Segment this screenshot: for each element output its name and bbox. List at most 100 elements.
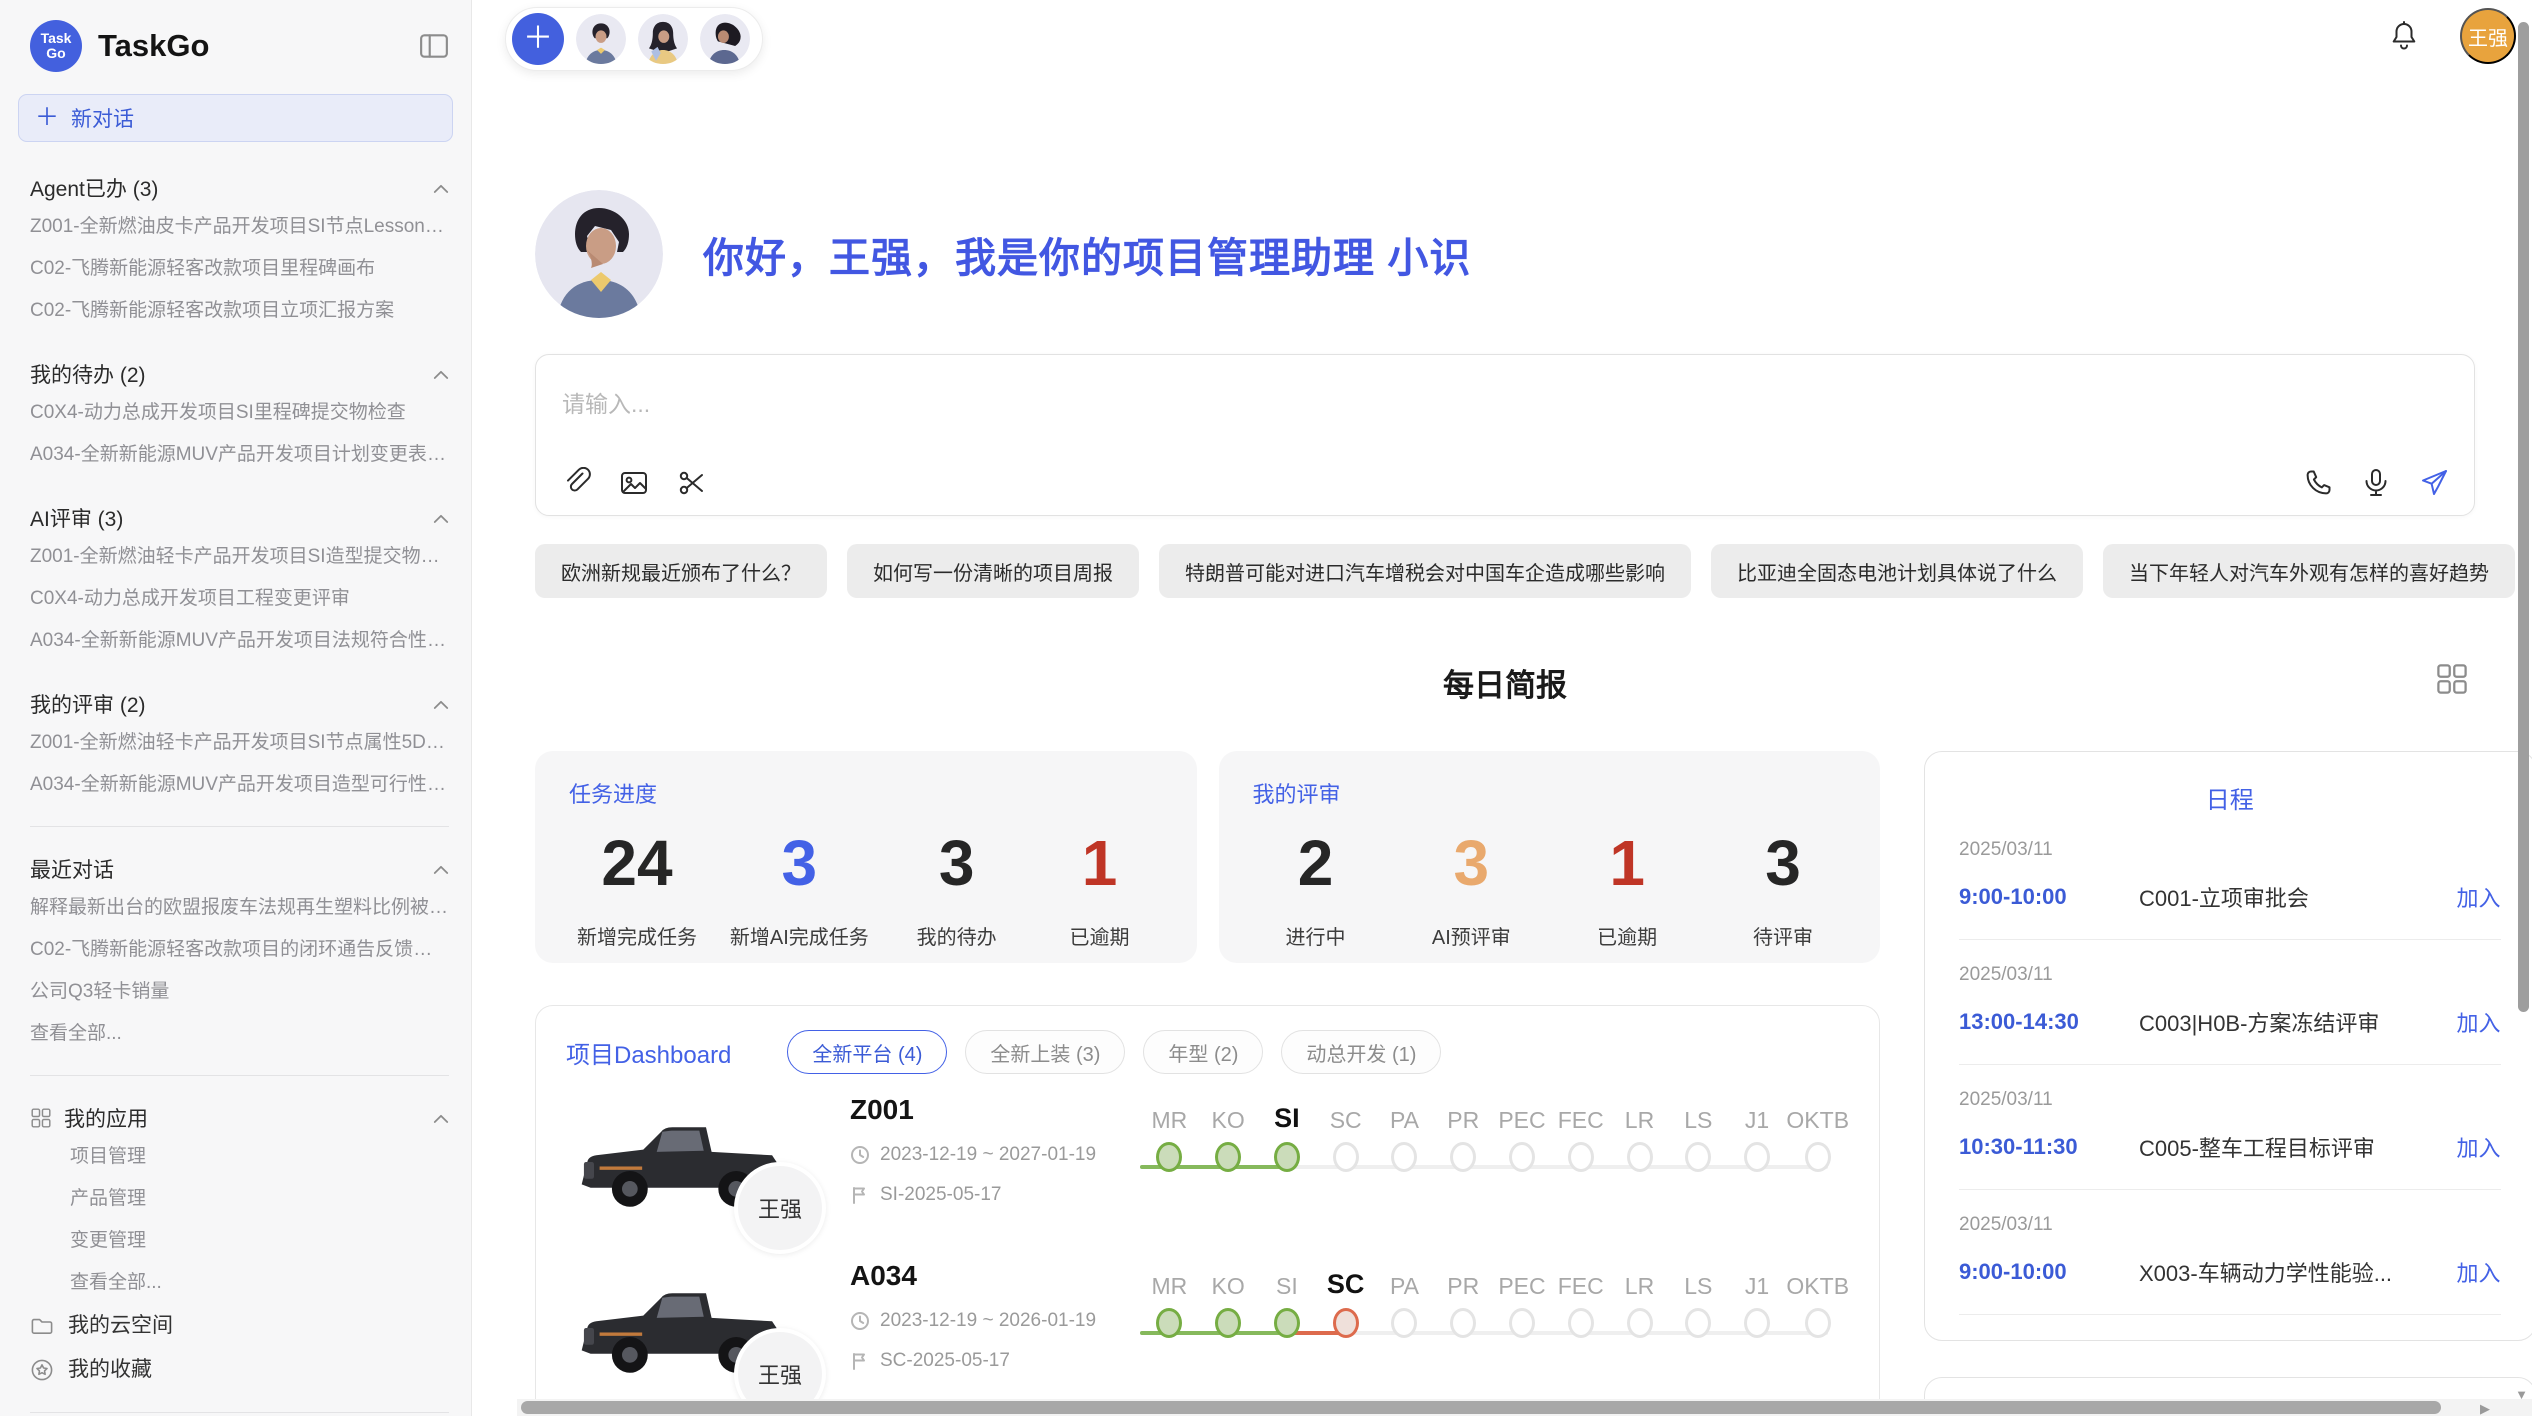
sidebar-item[interactable]: C0X4-动力总成开发项目SI里程碑提交物检查 [30, 392, 449, 434]
section-ai-review[interactable]: AI评审 (3) [30, 500, 449, 536]
suggestion-chip[interactable]: 比亚迪全固态电池计划具体说了什么 [1711, 544, 2083, 598]
schedule-title: 日程 [1959, 780, 2501, 815]
stat-label: 新增AI完成任务 [730, 921, 869, 950]
microphone-icon[interactable] [2360, 467, 2392, 499]
sidebar-item-cloud-space[interactable]: 我的云空间 [30, 1304, 449, 1348]
horizontal-scrollbar[interactable]: ▶ [517, 1399, 2532, 1416]
new-chat-button[interactable]: ＋ 新对话 [18, 94, 453, 142]
project-row-a034[interactable]: 王强 A034 2023-12-19 ~ 2026-01-19 [566, 1258, 1849, 1406]
sidebar-item[interactable]: Z001-全新燃油皮卡产品开发项目SI节点Lesson Learn报告 [30, 206, 449, 248]
stat-label: 新增完成任务 [577, 921, 697, 950]
stat-label: AI预评审 [1432, 921, 1511, 950]
filter-all-platform[interactable]: 全新平台 (4) [787, 1030, 947, 1074]
sidebar-item-favorites[interactable]: 我的收藏 [30, 1348, 449, 1392]
member-avatar[interactable] [576, 14, 626, 64]
apps-grid-icon [30, 1107, 52, 1129]
stat-review-overdue: 1 已逾期 [1572, 831, 1682, 950]
scroll-right-arrow-icon[interactable]: ▶ [2480, 1401, 2490, 1416]
sidebar-item[interactable]: C02-飞腾新能源轻客改款项目立项汇报方案 [30, 290, 449, 332]
sidebar-item[interactable]: C02-飞腾新能源轻客改款项目里程碑画布 [30, 248, 449, 290]
milestone-pa: PA [1375, 1096, 1434, 1172]
sidebar-item-change-mgmt[interactable]: 变更管理 [30, 1220, 449, 1262]
stat-value: 3 [1765, 831, 1801, 895]
filter-powertrain[interactable]: 动总开发 (1) [1281, 1030, 1441, 1074]
milestone-j1: J1 [1728, 1096, 1787, 1172]
add-member-button[interactable]: ＋ [512, 13, 564, 65]
stat-value: 1 [1082, 831, 1118, 895]
chevron-up-icon [433, 513, 449, 524]
milestone-pa: PA [1375, 1262, 1434, 1338]
scroll-down-arrow-icon[interactable]: ▼ [2515, 1387, 2528, 1402]
app-title: TaskGo [98, 28, 419, 64]
greeting-text: 你好，王强，我是你的项目管理助理 小识 [703, 224, 1471, 284]
section-agent-done[interactable]: Agent已办 (3) [30, 170, 449, 206]
message-input[interactable]: 请输入... [535, 354, 2475, 516]
stat-value: 3 [782, 831, 818, 895]
image-icon[interactable] [618, 467, 650, 499]
schedule-event: 2025/03/11 9:00-10:00 X003-车辆动力学性能验... 加… [1959, 1190, 2501, 1315]
suggestion-chip[interactable]: 如何写一份清晰的项目周报 [847, 544, 1139, 598]
attachment-icon[interactable] [560, 467, 592, 499]
section-my-review[interactable]: 我的评审 (2) [30, 686, 449, 722]
sidebar-collapse-icon[interactable] [419, 32, 449, 60]
view-all-apps[interactable]: 查看全部... [30, 1262, 449, 1304]
milestone-oktb: OKTB [1786, 1096, 1849, 1172]
project-row-z001[interactable]: 王强 Z001 2023-12-19 ~ 2027-01-19 [566, 1092, 1849, 1240]
layout-grid-icon[interactable] [2435, 662, 2469, 696]
horizontal-scrollbar-thumb[interactable] [521, 1401, 2441, 1414]
daily-briefing-title: 每日简报 [1443, 668, 1567, 703]
sidebar-item[interactable]: Z001-全新燃油轻卡产品开发项目SI造型提交物评审 [30, 536, 449, 578]
sidebar-item[interactable]: 公司Q3轻卡销量 [30, 971, 449, 1013]
send-icon[interactable] [2418, 467, 2450, 499]
sidebar-item[interactable]: C02-飞腾新能源轻客改款项目的闭环通告反馈情况 [30, 929, 449, 971]
sidebar-item[interactable]: C0X4-动力总成开发项目工程变更评审 [30, 578, 449, 620]
event-date: 2025/03/11 [1959, 1214, 2501, 1236]
join-link[interactable]: 加入 [2457, 1256, 2501, 1288]
suggestion-chip[interactable]: 当下年轻人对汽车外观有怎样的喜好趋势 [2103, 544, 2515, 598]
member-avatar[interactable] [638, 14, 688, 64]
app-logo: Task Go [30, 20, 82, 72]
milestone-pr: PR [1434, 1096, 1493, 1172]
view-all-schedule-link[interactable]: 查看所有日程 [1959, 1315, 2501, 1341]
join-link[interactable]: 加入 [2457, 1131, 2501, 1163]
event-name: X003-车辆动力学性能验... [2139, 1256, 2457, 1288]
sidebar-item[interactable]: 解释最新出台的欧盟报废车法规再生塑料比例被调至15%... [30, 887, 449, 929]
sidebar-item-product-mgmt[interactable]: 产品管理 [30, 1178, 449, 1220]
suggestion-chip[interactable]: 特朗普可能对进口汽车增税会对中国车企造成哪些影响 [1159, 544, 1691, 598]
folder-icon [30, 1314, 54, 1338]
member-avatar[interactable] [700, 14, 750, 64]
notification-bell-icon[interactable] [2388, 19, 2420, 53]
card-title: 我的评审 [1253, 777, 1847, 809]
event-date: 2025/03/11 [1959, 1089, 2501, 1111]
daily-briefing-header: 每日简报 [535, 660, 2475, 705]
event-date: 2025/03/11 [1959, 964, 2501, 986]
sidebar-item-project-mgmt[interactable]: 项目管理 [30, 1136, 449, 1178]
cloud-space-label: 我的云空间 [68, 1304, 173, 1348]
sidebar-item[interactable]: Z001-全新燃油轻卡产品开发项目SI节点属性5D文件评审 [30, 722, 449, 764]
section-recent-chats[interactable]: 最近对话 [30, 851, 449, 887]
phone-call-icon[interactable] [2302, 467, 2334, 499]
vertical-scrollbar-thumb[interactable] [2518, 22, 2529, 1012]
chevron-up-icon [433, 183, 449, 194]
sidebar-item[interactable]: A034-全新新能源MUV产品开发项目计划变更表编写 [30, 434, 449, 476]
scissors-icon[interactable] [676, 467, 708, 499]
project-flag-date: SI-2025-05-17 [880, 1184, 1001, 1206]
sidebar-item[interactable]: A034-全新新能源MUV产品开发项目造型可行性评审 [30, 764, 449, 806]
filter-new-body[interactable]: 全新上装 (3) [965, 1030, 1125, 1074]
user-avatar[interactable]: 王强 [2460, 8, 2516, 64]
stat-label: 待评审 [1753, 921, 1813, 950]
view-all-chats[interactable]: 查看全部... [30, 1013, 449, 1055]
filter-model-year[interactable]: 年型 (2) [1143, 1030, 1263, 1074]
section-my-todo[interactable]: 我的待办 (2) [30, 356, 449, 392]
my-review-card: 我的评审 2 进行中 3 AI预评审 [1219, 751, 1881, 963]
milestone-si: SI [1258, 1262, 1317, 1338]
section-my-apps[interactable]: 我的应用 [30, 1100, 449, 1136]
milestone-ko: KO [1199, 1096, 1258, 1172]
milestone-sc: SC [1316, 1096, 1375, 1172]
join-link[interactable]: 加入 [2457, 881, 2501, 913]
divider [30, 826, 449, 827]
sidebar-item[interactable]: A034-全新新能源MUV产品开发项目法规符合性评审 [30, 620, 449, 662]
suggestion-chip[interactable]: 欧洲新规最近颁布了什么？ [535, 544, 827, 598]
join-link[interactable]: 加入 [2457, 1006, 2501, 1038]
stat-label: 进行中 [1286, 921, 1346, 950]
